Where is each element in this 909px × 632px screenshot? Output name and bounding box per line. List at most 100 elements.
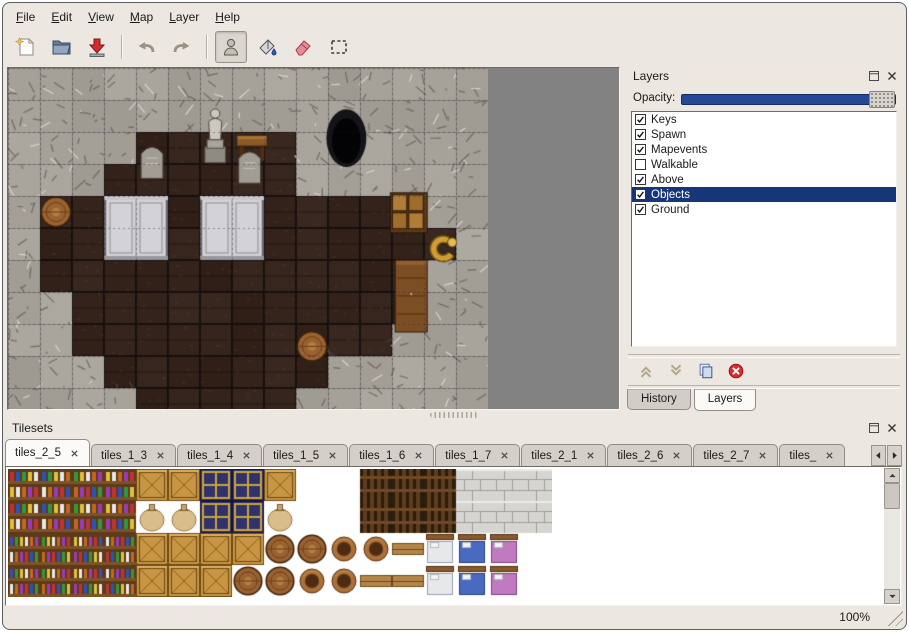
tileset-tab-tiles_2_6[interactable]: tiles_2_6	[607, 444, 692, 466]
eraser-icon	[292, 36, 314, 58]
dock-tab-bar: HistoryLayers	[627, 389, 759, 410]
move-down-icon	[667, 362, 685, 380]
tileset-tab-tiles_1_7[interactable]: tiles_1_7	[435, 444, 520, 466]
menu-item-map[interactable]: Map	[122, 8, 161, 26]
layer-visibility-checkbox[interactable]	[635, 204, 646, 215]
check-icon	[636, 205, 645, 214]
dock-tab-layers[interactable]: Layers	[694, 389, 757, 411]
tileset-tab-label: tiles_1_5	[273, 450, 319, 462]
fill-tool-button[interactable]	[251, 31, 283, 63]
stamp-tool-button[interactable]	[215, 31, 247, 63]
fill-icon	[256, 36, 278, 58]
tab-close-icon	[242, 451, 251, 460]
dock-tab-history[interactable]: History	[627, 389, 691, 410]
layer-row-keys[interactable]: Keys	[632, 112, 896, 127]
horizontal-splitter[interactable]	[3, 410, 904, 419]
layer-name: Ground	[651, 204, 689, 216]
opacity-slider-track[interactable]	[681, 94, 896, 105]
tab-close-button[interactable]	[241, 450, 252, 461]
new-map-button[interactable]	[9, 31, 41, 63]
layer-move-up-button[interactable]	[635, 360, 657, 382]
tileset-tab-tiles_1_4[interactable]: tiles_1_4	[177, 444, 262, 466]
layer-visibility-checkbox[interactable]	[635, 174, 646, 185]
menu-item-edit[interactable]: Edit	[43, 8, 80, 26]
tileset-tab-tiles_1_6[interactable]: tiles_1_6	[349, 444, 434, 466]
tab-close-button[interactable]	[155, 450, 166, 461]
layer-row-spawn[interactable]: Spawn	[632, 127, 896, 142]
opacity-label: Opacity:	[633, 92, 675, 104]
tab-scroll-arrow-right-button[interactable]	[887, 445, 902, 466]
layer-visibility-checkbox[interactable]	[635, 114, 646, 125]
menu-item-layer[interactable]: Layer	[161, 8, 207, 26]
tab-close-icon	[758, 451, 767, 460]
tab-close-button[interactable]	[824, 450, 835, 461]
tab-close-button[interactable]	[499, 450, 510, 461]
layer-duplicate-button[interactable]	[695, 360, 717, 382]
selection-tool-button[interactable]	[323, 31, 355, 63]
tilesets-restore-button[interactable]	[867, 421, 881, 435]
layers-panel-header: Layers	[625, 67, 903, 85]
scrollbar-track[interactable]	[884, 483, 900, 589]
tileset-tab-tiles_2_5[interactable]: tiles_2_5	[5, 439, 90, 466]
tileset-tab-tiles_1_3[interactable]: tiles_1_3	[91, 444, 176, 466]
tileset-vertical-scrollbar[interactable]	[884, 468, 900, 604]
open-button[interactable]	[45, 31, 77, 63]
layer-row-objects[interactable]: Objects	[632, 187, 896, 202]
tab-close-button[interactable]	[69, 448, 80, 459]
save-button[interactable]	[81, 31, 113, 63]
opacity-slider[interactable]	[681, 91, 896, 106]
menu-item-help[interactable]: Help	[207, 8, 248, 26]
tab-close-button[interactable]	[327, 450, 338, 461]
layer-visibility-checkbox[interactable]	[635, 144, 646, 155]
toolbar	[9, 30, 359, 64]
map-canvas[interactable]	[8, 68, 488, 409]
layer-name: Keys	[651, 114, 677, 126]
layers-restore-button[interactable]	[867, 69, 881, 83]
layers-close-button[interactable]	[885, 69, 899, 83]
tileset-tab-tiles_2_1[interactable]: tiles_2_1	[521, 444, 606, 466]
scrollbar-thumb[interactable]	[884, 483, 900, 509]
scroll-up-button[interactable]	[884, 468, 900, 483]
layer-row-mapevents[interactable]: Mapevents	[632, 142, 896, 157]
tileset-tab-tiles_2_7[interactable]: tiles_2_7	[693, 444, 778, 466]
layer-delete-button[interactable]	[725, 360, 747, 382]
save-icon	[86, 36, 108, 58]
undo-button[interactable]	[130, 31, 162, 63]
layer-move-down-button[interactable]	[665, 360, 687, 382]
menu-item-file[interactable]: File	[8, 8, 43, 26]
tab-scroll-arrow-left-button[interactable]	[871, 445, 886, 466]
tileset-tab-tiles_1_5[interactable]: tiles_1_5	[263, 444, 348, 466]
layer-row-above[interactable]: Above	[632, 172, 896, 187]
splitter-handle[interactable]	[430, 412, 478, 418]
tab-close-button[interactable]	[671, 450, 682, 461]
tileset-tab-label: tiles_2_6	[617, 450, 663, 462]
tilesets-close-button[interactable]	[885, 421, 899, 435]
tab-close-icon	[672, 451, 681, 460]
layer-visibility-checkbox[interactable]	[635, 159, 646, 170]
opacity-slider-handle[interactable]	[869, 91, 895, 108]
tileset-tab-tiles_[interactable]: tiles_	[779, 444, 845, 466]
open-folder-icon	[50, 36, 72, 58]
tileset-tab-strip: tiles_2_5tiles_1_3tiles_1_4 tiles_1_5 tile…	[5, 439, 867, 466]
scroll-down-button[interactable]	[884, 589, 900, 604]
tileset-tab-scroll	[870, 445, 902, 466]
resize-grip[interactable]	[887, 610, 903, 626]
menu-item-view[interactable]: View	[80, 8, 122, 26]
layer-row-ground[interactable]: Ground	[632, 202, 896, 217]
layer-row-walkable[interactable]: Walkable	[632, 157, 896, 172]
tab-close-button[interactable]	[585, 450, 596, 461]
tileset-view[interactable]	[5, 466, 902, 606]
eraser-tool-button[interactable]	[287, 31, 319, 63]
map-viewport[interactable]	[7, 67, 620, 410]
tab-close-button[interactable]	[757, 450, 768, 461]
tileset-canvas[interactable]	[8, 469, 552, 597]
app-window: FileEditViewMapLayerHelp Layers Opacity:…	[2, 2, 907, 630]
tileset-tab-label: tiles_	[789, 450, 816, 462]
layer-name: Mapevents	[651, 144, 707, 156]
layer-visibility-checkbox[interactable]	[635, 129, 646, 140]
check-icon	[636, 190, 645, 199]
tab-close-button[interactable]	[413, 450, 424, 461]
tab-close-icon	[70, 449, 79, 458]
redo-button[interactable]	[166, 31, 198, 63]
layer-visibility-checkbox[interactable]	[635, 189, 646, 200]
